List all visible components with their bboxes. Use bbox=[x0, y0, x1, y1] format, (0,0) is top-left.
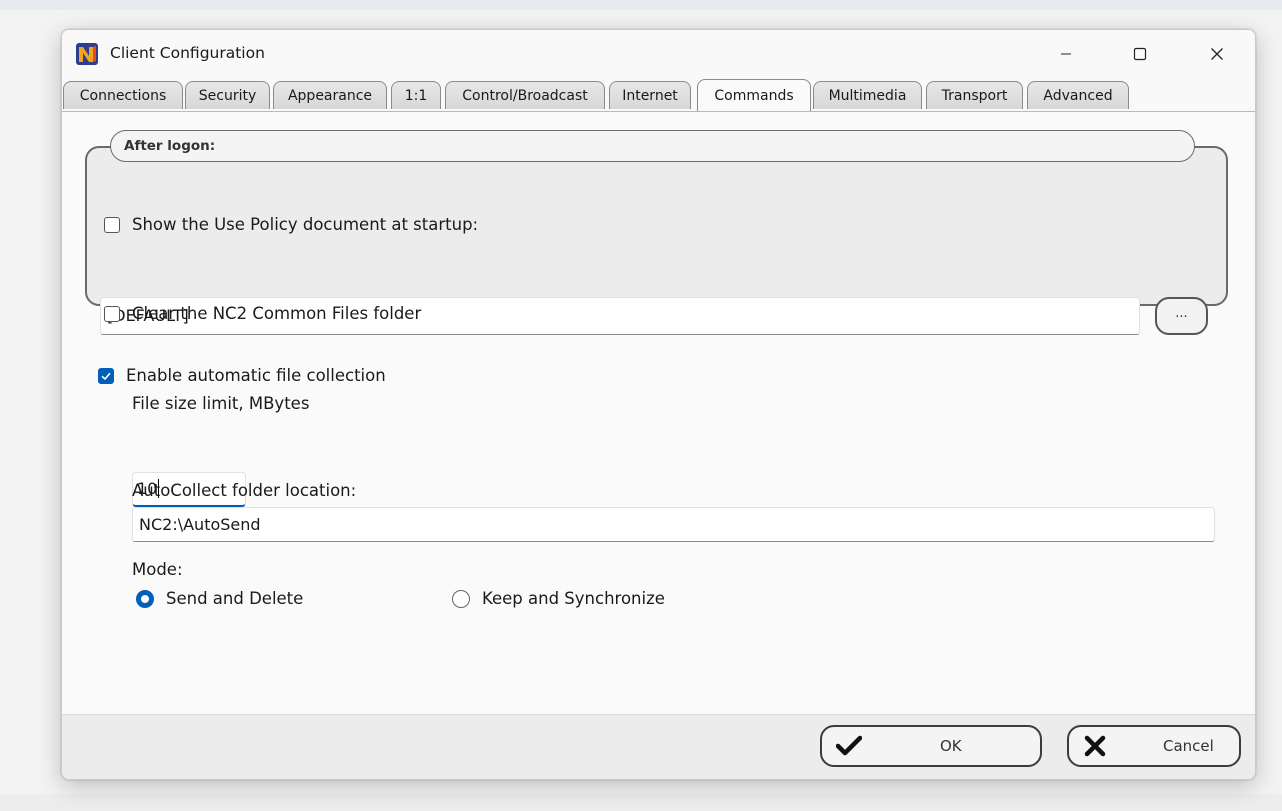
dialog-footer: OK Cancel bbox=[62, 714, 1255, 779]
maximize-icon bbox=[1133, 47, 1147, 61]
after-logon-group-title: After logon: bbox=[110, 130, 1195, 162]
close-button[interactable] bbox=[1193, 30, 1241, 78]
tab-transport[interactable]: Transport bbox=[926, 81, 1023, 109]
enable-autocollect-label: Enable automatic file collection bbox=[126, 366, 386, 385]
folder-location-field[interactable]: NC2:\AutoSend bbox=[132, 507, 1215, 542]
app-logo-icon bbox=[76, 43, 98, 65]
maximize-button[interactable] bbox=[1116, 30, 1164, 78]
tab-advanced[interactable]: Advanced bbox=[1027, 81, 1129, 109]
folder-location-label: AutoCollect folder location: bbox=[132, 481, 357, 500]
mode-label: Mode: bbox=[132, 560, 183, 579]
cancel-button[interactable]: Cancel bbox=[1067, 725, 1241, 767]
enable-autocollect-checkbox[interactable] bbox=[98, 367, 114, 384]
tab-bar: Connections Security Appearance 1:1 Cont… bbox=[62, 78, 1255, 112]
tab-commands[interactable]: Commands bbox=[697, 79, 811, 111]
show-policy-checkbox[interactable] bbox=[104, 216, 120, 233]
ok-button[interactable]: OK bbox=[820, 725, 1042, 767]
client-configuration-dialog: Client Configuration Connections Securit… bbox=[61, 29, 1256, 780]
mode-keep-sync-radio[interactable] bbox=[452, 589, 470, 608]
tab-one-to-one[interactable]: 1:1 bbox=[391, 81, 441, 109]
mode-send-delete-radio[interactable] bbox=[136, 589, 154, 608]
close-icon bbox=[1211, 48, 1223, 60]
cancel-button-label: Cancel bbox=[1163, 737, 1214, 755]
checkmark-icon bbox=[101, 372, 111, 380]
clear-common-label: Clear the NC2 Common Files folder bbox=[132, 304, 422, 323]
tab-appearance[interactable]: Appearance bbox=[273, 81, 387, 109]
minimize-icon bbox=[1061, 53, 1071, 55]
title-bar: Client Configuration bbox=[62, 30, 1255, 78]
commands-tab-panel: After logon: Show the Use Policy documen… bbox=[62, 112, 1255, 714]
size-limit-label: File size limit, MBytes bbox=[132, 394, 310, 413]
minimize-button[interactable] bbox=[1042, 30, 1090, 78]
tab-multimedia[interactable]: Multimedia bbox=[813, 81, 922, 109]
mode-send-delete-label: Send and Delete bbox=[166, 589, 304, 608]
clear-common-checkbox[interactable] bbox=[104, 305, 120, 322]
tab-control-broadcast[interactable]: Control/Broadcast bbox=[445, 81, 605, 109]
checkmark-icon bbox=[836, 735, 862, 756]
mode-keep-sync-label: Keep and Synchronize bbox=[482, 589, 665, 608]
tab-connections[interactable]: Connections bbox=[63, 81, 183, 109]
show-policy-option[interactable]: Show the Use Policy document at startup: bbox=[104, 215, 478, 234]
mode-keep-sync-option[interactable]: Keep and Synchronize bbox=[452, 589, 665, 608]
ok-button-label: OK bbox=[940, 737, 962, 755]
browse-button[interactable]: ... bbox=[1155, 297, 1208, 335]
window-title: Client Configuration bbox=[110, 44, 265, 62]
enable-autocollect-option[interactable]: Enable automatic file collection bbox=[98, 366, 386, 385]
mode-send-delete-option[interactable]: Send and Delete bbox=[136, 589, 303, 608]
tab-internet[interactable]: Internet bbox=[609, 81, 691, 109]
show-policy-label: Show the Use Policy document at startup: bbox=[132, 215, 479, 234]
clear-common-row[interactable]: Clear the NC2 Common Files folder bbox=[104, 304, 421, 323]
desktop-backdrop-bottom bbox=[0, 794, 1282, 811]
desktop-backdrop bbox=[0, 0, 1282, 10]
x-icon bbox=[1084, 735, 1106, 757]
tab-security[interactable]: Security bbox=[185, 81, 270, 109]
